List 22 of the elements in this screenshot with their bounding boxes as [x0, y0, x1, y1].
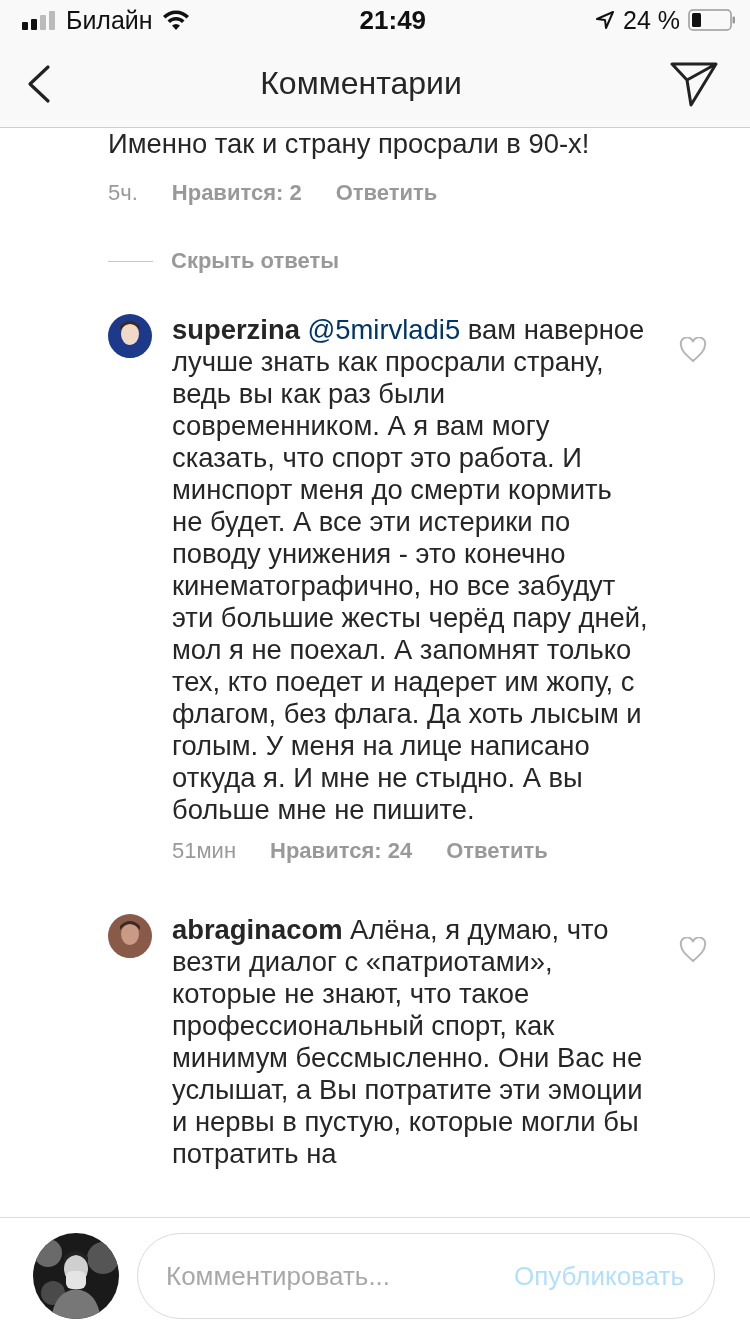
comment-time: 51мин — [172, 838, 237, 864]
username-link[interactable]: abraginacom — [172, 914, 343, 945]
reply-link[interactable]: Ответить — [446, 838, 548, 864]
likes-count[interactable]: Нравится: 24 — [270, 838, 413, 864]
comment-text: superzina @5mirvladi5 вам наверное лучше знать как просрали страну, ведь вы как раз были современником. А я вам могу сказать, что спорт это работа. И минспорт меня до смерти кормить не будет. А все эти истерики по поводу унижения - это конечно кинематографично, но все забудут эти большие жесты черёд пару дней, мол я не поехал. А запомнят только тех, кто поедет и надерет им жопу, с флагом, без флага. Да хоть лысым и голым. У меня на лице написано откуда я. И мне не стыдно. А вы больше мне не пишите. — [172, 314, 648, 826]
clock-time: 21:49 — [359, 4, 427, 36]
back-icon[interactable] — [26, 63, 52, 104]
username-link[interactable]: superzina — [172, 314, 300, 345]
battery-percent: 24 % — [623, 5, 680, 35]
likes-count[interactable]: Нравится: 2 — [171, 180, 302, 206]
mention-link[interactable]: @5mirvladi5 — [307, 314, 461, 345]
reply-link[interactable]: Ответить — [335, 180, 438, 206]
carrier-name: Билайн — [66, 5, 153, 35]
send-icon[interactable] — [670, 60, 718, 107]
hide-replies-link[interactable]: Скрыть ответы — [171, 248, 339, 274]
comment-text: Именно так и страну просрали в 90-х! — [108, 128, 591, 160]
screen-title: Комментарии — [260, 65, 462, 102]
comment-time: 5ч. — [108, 180, 138, 206]
signal-icon — [22, 10, 58, 30]
location-arrow-icon — [595, 10, 615, 30]
battery-icon — [688, 9, 736, 31]
comment-text: abraginacom Алёна, я думаю, что везти диалог с «патриотами», которые не знают, что такое профессиональный спорт, как минимум бессмысленно. Они Вас не услышат, а Вы потратите эти эмоции и нервы в пустую, которые могли бы потратить на — [172, 914, 644, 1170]
